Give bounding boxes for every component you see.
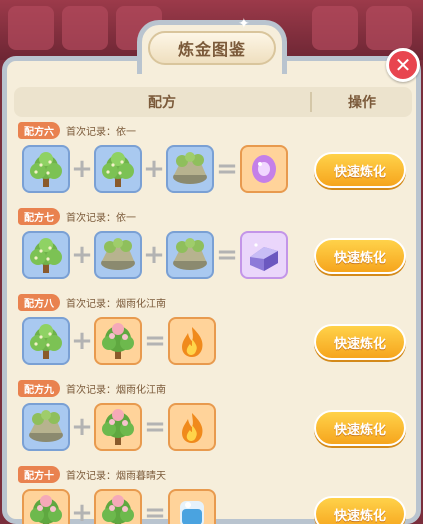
rock-icon xyxy=(29,410,63,442)
ingredient-slot[interactable] xyxy=(94,231,142,279)
table-header: 配方 操作 xyxy=(14,87,412,117)
dialog-title: 炼金图鉴 xyxy=(148,31,276,65)
purple-gem-icon xyxy=(252,155,276,183)
quick-refine-button[interactable]: 快速炼化 xyxy=(314,410,406,446)
recipe-formula: + + = xyxy=(22,144,288,194)
ingredient-slot[interactable] xyxy=(94,317,142,365)
recipe-row: 配方六 首次记录：依一 + + = 快速炼化 xyxy=(14,120,412,206)
equals-sign: = xyxy=(216,154,238,184)
rock-icon xyxy=(173,238,207,270)
background-tile xyxy=(312,6,358,50)
ingredient-slot[interactable] xyxy=(22,317,70,365)
tree-icon xyxy=(30,152,62,187)
recipe-formula: + = xyxy=(22,402,216,452)
plus-sign: + xyxy=(143,240,165,270)
first-record-text: 首次记录：依一 xyxy=(66,126,136,138)
recipe-row: 配方十 首次记录：烟雨暮晴天 + = 快速炼化 xyxy=(14,464,412,524)
plus-sign: + xyxy=(71,498,93,524)
sparkle-icon: ✦ xyxy=(238,16,250,32)
first-record-text: 首次记录：烟雨化江南 xyxy=(66,384,166,396)
ingredient-slot[interactable] xyxy=(94,403,142,451)
recipe-list: 配方六 首次记录：依一 + + = 快速炼化 配方七 首次记录：依一 + + = 快速炼化 配方八 首次记… xyxy=(14,120,412,524)
peach-tree-icon xyxy=(30,495,62,524)
recipe-tag: 配方九 xyxy=(18,379,60,397)
peach-tree-icon xyxy=(102,409,134,445)
equals-sign: = xyxy=(216,240,238,270)
peach-tree-icon xyxy=(102,323,134,359)
recipe-row: 配方八 首次记录：烟雨化江南 + = 快速炼化 xyxy=(14,292,412,378)
plus-sign: + xyxy=(71,412,93,442)
tree-icon xyxy=(30,324,62,359)
ingredient-slot[interactable] xyxy=(168,317,216,365)
ingredient-slot[interactable] xyxy=(94,489,142,524)
recipe-tag-line: 配方七 首次记录：依一 xyxy=(18,207,136,225)
background-tile xyxy=(62,6,108,50)
equals-sign: = xyxy=(144,326,166,356)
recipe-tag-line: 配方九 首次记录：烟雨化江南 xyxy=(18,379,166,397)
recipe-tag: 配方八 xyxy=(18,293,60,311)
recipe-row: 配方九 首次记录：烟雨化江南 + = 快速炼化 xyxy=(14,378,412,464)
ingredient-slot[interactable] xyxy=(240,231,288,279)
equals-sign: = xyxy=(144,498,166,524)
ingredient-slot[interactable] xyxy=(168,403,216,451)
ingredient-slot[interactable] xyxy=(166,145,214,193)
first-record-text: 首次记录：依一 xyxy=(66,212,136,224)
plus-sign: + xyxy=(71,240,93,270)
recipe-formula: + = xyxy=(22,316,216,366)
ingredient-slot[interactable] xyxy=(22,145,70,193)
recipe-tag-line: 配方八 首次记录：烟雨化江南 xyxy=(18,293,166,311)
recipe-formula: + = xyxy=(22,488,216,524)
equals-sign: = xyxy=(144,412,166,442)
ingredient-slot[interactable] xyxy=(94,145,142,193)
ingredient-slot[interactable] xyxy=(166,231,214,279)
recipe-tag: 配方七 xyxy=(18,207,60,225)
header-action: 操作 xyxy=(348,95,376,111)
plus-sign: + xyxy=(71,326,93,356)
quick-refine-button[interactable]: 快速炼化 xyxy=(314,324,406,360)
close-button[interactable]: ✕ xyxy=(386,48,420,82)
tree-icon xyxy=(30,238,62,273)
rock-icon xyxy=(101,238,135,270)
ingredient-slot[interactable] xyxy=(168,489,216,524)
peach-tree-icon xyxy=(102,495,134,524)
plus-sign: + xyxy=(71,154,93,184)
crystal-icon xyxy=(250,243,278,271)
recipe-tag: 配方六 xyxy=(18,121,60,139)
background-tile xyxy=(8,6,54,50)
background-tile xyxy=(366,6,412,50)
fire-icon xyxy=(182,413,203,443)
first-record-text: 首次记录：烟雨化江南 xyxy=(66,298,166,310)
header-recipe: 配方 xyxy=(148,95,176,111)
ingredient-slot[interactable] xyxy=(240,145,288,193)
fire-icon xyxy=(182,327,203,357)
plus-sign: + xyxy=(143,154,165,184)
ingredient-slot[interactable] xyxy=(22,403,70,451)
close-icon: ✕ xyxy=(394,53,412,77)
water-icon xyxy=(180,501,204,524)
recipe-row: 配方七 首次记录：依一 + + = 快速炼化 xyxy=(14,206,412,292)
ingredient-slot[interactable] xyxy=(22,231,70,279)
tree-icon xyxy=(102,152,134,187)
recipe-tag-line: 配方十 首次记录：烟雨暮晴天 xyxy=(18,465,166,483)
quick-refine-button[interactable]: 快速炼化 xyxy=(314,152,406,188)
quick-refine-button[interactable]: 快速炼化 xyxy=(314,496,406,524)
rock-icon xyxy=(173,152,207,184)
recipe-formula: + + = xyxy=(22,230,288,280)
recipe-tag-line: 配方六 首次记录：依一 xyxy=(18,121,136,139)
first-record-text: 首次记录：烟雨暮晴天 xyxy=(66,470,166,482)
quick-refine-button[interactable]: 快速炼化 xyxy=(314,238,406,274)
ingredient-slot[interactable] xyxy=(22,489,70,524)
recipe-tag: 配方十 xyxy=(18,465,60,483)
